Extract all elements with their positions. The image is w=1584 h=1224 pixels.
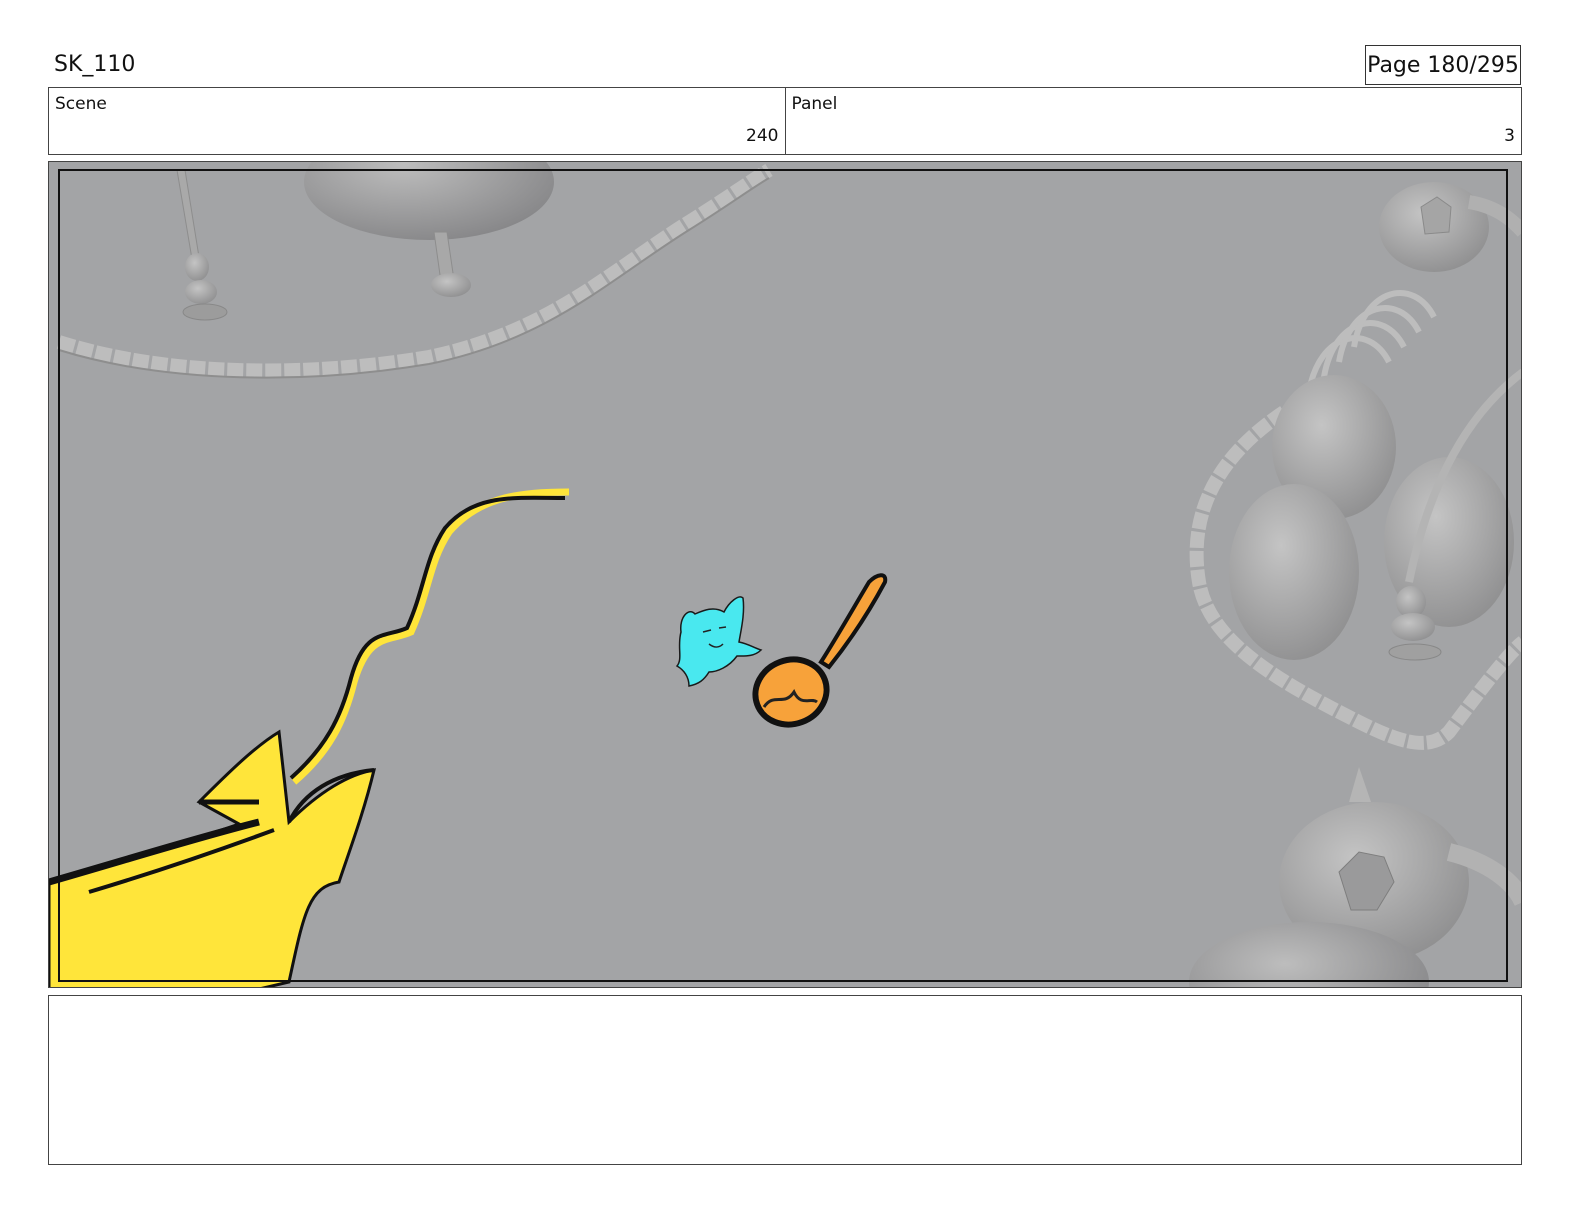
notes-box [48,995,1522,1165]
storyboard-frame [48,161,1522,988]
scene-label: Scene [55,94,107,114]
panel-value: 3 [1504,126,1515,146]
page-number-box: Page 180/295 [1365,45,1521,85]
scene-panel-info-bar: Scene 240 Panel 3 [48,87,1522,155]
panel-label: Panel [791,94,838,114]
scene-value: 240 [746,126,779,146]
scene-cell: Scene 240 [49,88,785,154]
storyboard-drawing [49,162,1521,987]
page-title: SK_110 [54,52,136,77]
panel-cell: Panel 3 [784,88,1522,154]
